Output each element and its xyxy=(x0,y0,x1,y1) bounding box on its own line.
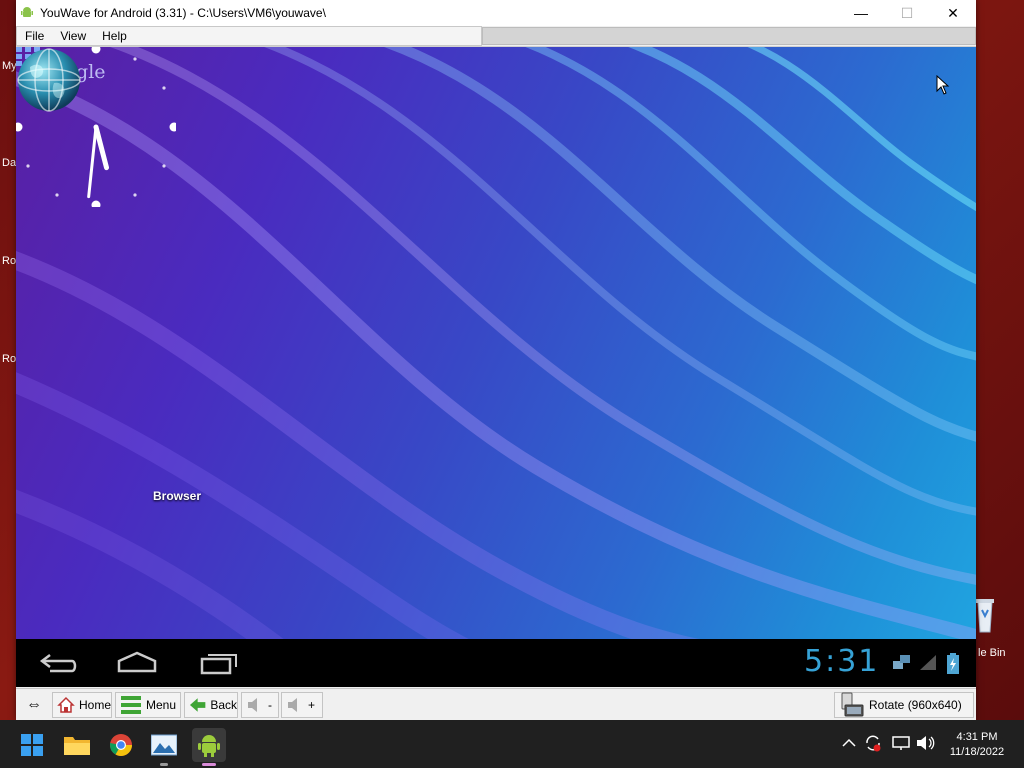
youwave-window: YouWave for Android (3.31) - C:\Users\VM… xyxy=(16,0,976,721)
desktop-icon-label[interactable]: Da xyxy=(2,157,16,169)
minute-hand xyxy=(87,125,98,199)
volume-up-button[interactable]: + xyxy=(281,692,323,718)
hour-hand xyxy=(93,124,110,171)
file-explorer-button[interactable] xyxy=(60,728,94,762)
menu-file-label: File xyxy=(25,29,45,43)
window-title: YouWave for Android (3.31) - C:\Users\VM… xyxy=(40,6,326,20)
signal-icon xyxy=(920,655,936,670)
taskbar-clock[interactable]: 4:31 PM 11/18/2022 xyxy=(944,730,1010,760)
android-nav-bar: 5:31 xyxy=(16,639,976,687)
menu-button-label: Menu xyxy=(146,698,177,712)
desktop-icon-label[interactable]: My xyxy=(2,60,17,72)
taskbar-time: 4:31 PM xyxy=(956,731,998,743)
home-button-label: Home xyxy=(78,698,111,712)
youwave-taskbar-button[interactable] xyxy=(192,728,226,766)
home-button[interactable]: Home xyxy=(52,692,112,718)
chevron-up-icon[interactable] xyxy=(842,738,856,748)
volume-down-button[interactable]: - xyxy=(241,692,279,718)
minimize-button[interactable]: — xyxy=(838,0,884,26)
menu-view-label: View xyxy=(60,29,87,43)
menu-icon xyxy=(121,696,141,714)
wallpaper: Google xyxy=(16,47,976,639)
android-app-icon xyxy=(21,7,33,17)
recycle-bin-icon[interactable] xyxy=(976,596,994,636)
photos-button[interactable] xyxy=(147,728,181,766)
menu-bar-filler xyxy=(482,27,976,45)
windows-taskbar: 4:31 PM 11/18/2022 xyxy=(0,720,1024,768)
rotate-button-label: Rotate (960x640) xyxy=(869,698,962,712)
volume-down-label: - xyxy=(268,698,272,712)
close-button[interactable]: ✕ xyxy=(930,0,976,26)
maximize-button[interactable]: ☐ xyxy=(884,0,930,26)
android-screen[interactable]: Google xyxy=(16,47,976,687)
network-display-icon[interactable] xyxy=(892,734,910,752)
taskbar-indicator xyxy=(202,763,216,766)
taskbar-indicator xyxy=(160,763,168,766)
back-button[interactable]: Back xyxy=(184,692,238,718)
house-icon xyxy=(57,696,75,713)
menu-view[interactable]: View xyxy=(52,27,94,45)
speaker-icon xyxy=(288,698,297,712)
menu-help-label: Help xyxy=(102,29,127,43)
menu-file[interactable]: File xyxy=(17,27,52,45)
chrome-button[interactable] xyxy=(104,728,138,762)
menu-button[interactable]: Menu xyxy=(115,692,181,718)
title-bar[interactable]: YouWave for Android (3.31) - C:\Users\VM… xyxy=(16,0,976,26)
recycle-bin-label[interactable]: le Bin xyxy=(978,647,1006,659)
youwave-icon xyxy=(198,735,220,757)
recent-apps-icon[interactable] xyxy=(196,647,240,679)
status-time: 5:31 xyxy=(804,644,880,679)
rotate-device-icon xyxy=(841,692,864,717)
rotate-button[interactable]: Rotate (960x640) xyxy=(834,692,974,718)
back-icon[interactable] xyxy=(36,647,80,679)
volume-icon[interactable] xyxy=(916,734,936,752)
home-icon[interactable] xyxy=(115,647,159,679)
menu-bar: File View Help xyxy=(16,26,976,47)
volume-up-label: + xyxy=(308,698,316,712)
desktop-icon-label[interactable]: Ro xyxy=(2,255,16,267)
mouse-cursor-icon xyxy=(936,75,950,95)
windows-start-icon xyxy=(21,734,43,756)
speaker-icon xyxy=(248,698,257,712)
network-icon xyxy=(893,655,910,669)
battery-icon xyxy=(947,653,959,674)
windows-start-button[interactable] xyxy=(15,728,49,762)
photos-icon xyxy=(151,734,177,756)
resize-button[interactable]: ⇔ xyxy=(18,692,50,718)
file-explorer-icon xyxy=(64,737,90,755)
chrome-icon xyxy=(110,734,132,756)
globe-icon[interactable] xyxy=(16,47,82,113)
menu-help[interactable]: Help xyxy=(94,27,135,45)
taskbar-date: 11/18/2022 xyxy=(949,746,1005,758)
emulator-toolbar: ⇔ Home Menu Back - + Rotate (960x640) xyxy=(16,688,976,721)
sync-icon[interactable] xyxy=(864,734,882,752)
browser-app-label[interactable]: Browser xyxy=(136,489,218,503)
back-button-label: Back xyxy=(210,698,237,712)
back-arrow-icon xyxy=(189,698,206,712)
desktop-icon-label[interactable]: Ro xyxy=(2,353,16,365)
